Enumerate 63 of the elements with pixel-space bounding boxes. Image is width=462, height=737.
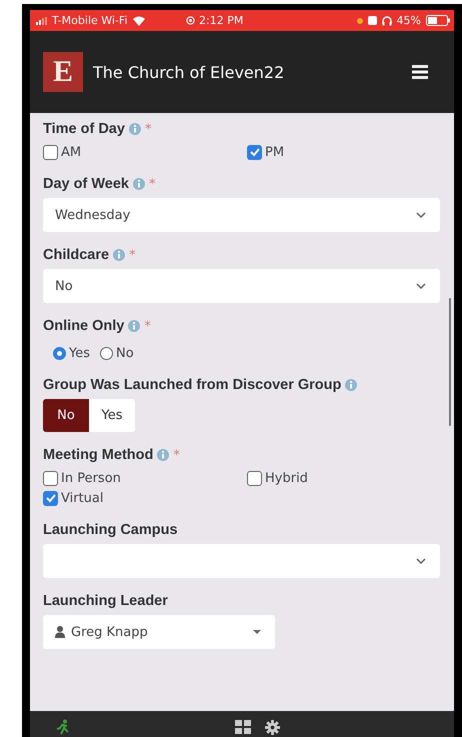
settings-icon[interactable] (265, 720, 280, 734)
checkbox[interactable] (247, 144, 262, 160)
select-field[interactable]: Wednesday (43, 198, 440, 232)
checkbox[interactable] (43, 490, 58, 506)
field-label: Group Was Launched from Discover Group (43, 377, 342, 393)
person-icon (55, 626, 65, 638)
headphones-icon (382, 16, 392, 26)
caret-icon (253, 630, 261, 634)
option-label: No (116, 346, 134, 360)
carrier-name: T-Mobile Wi-Fi (52, 14, 128, 27)
runner-icon[interactable] (56, 719, 70, 735)
select-value: Wednesday (55, 208, 130, 222)
menu-icon[interactable] (412, 65, 428, 79)
radio-button[interactable] (53, 346, 66, 360)
battery-percent: 45% (396, 14, 421, 27)
dot-icon (356, 18, 363, 24)
app-title: The Church of Eleven22 (93, 62, 286, 82)
radio-button[interactable] (100, 346, 113, 360)
info-icon[interactable] (128, 123, 141, 135)
option-label: PM (265, 144, 284, 160)
option-label: Virtual (61, 490, 104, 506)
field-label: Launching Leader (43, 593, 168, 609)
toggle-option[interactable]: No (43, 399, 89, 432)
battery-icon (426, 15, 450, 26)
info-icon[interactable] (128, 320, 140, 332)
signal-icon (36, 16, 48, 24)
required-mark: * (144, 122, 152, 136)
option-label: Yes (69, 346, 90, 360)
check-icon (248, 146, 260, 158)
info-icon[interactable] (157, 449, 170, 461)
required-mark: * (148, 176, 156, 192)
select-field[interactable] (43, 544, 440, 578)
status-time: 2:12 PM (199, 14, 244, 27)
option-label: AM (61, 144, 82, 160)
check-icon (44, 492, 56, 504)
field-label: Time of Day (43, 121, 125, 137)
chevron-down-icon (416, 283, 426, 289)
info-icon[interactable] (113, 249, 126, 261)
checkbox[interactable] (43, 470, 58, 486)
checkbox[interactable] (247, 470, 262, 486)
chevron-down-icon (416, 558, 426, 564)
required-mark: * (129, 248, 136, 262)
field-label: Meeting Method (43, 447, 154, 463)
option-label: Hybrid (265, 470, 308, 486)
church-logo: E (43, 52, 83, 92)
field-label: Launching Campus (43, 522, 178, 538)
grid-icon[interactable] (235, 720, 252, 734)
field-label: Online Only (43, 318, 124, 334)
field-label: Day of Week (43, 176, 129, 192)
select-field[interactable]: No (43, 269, 440, 303)
person-picker[interactable]: Greg Knapp (43, 615, 275, 649)
wifi-icon (132, 16, 146, 26)
select-value: No (55, 278, 73, 294)
select-value: Greg Knapp (71, 624, 148, 640)
chevron-down-icon (416, 212, 426, 218)
required-mark: * (173, 448, 180, 462)
checkbox[interactable] (43, 144, 58, 160)
required-mark: * (144, 318, 151, 334)
location-icon (186, 16, 195, 25)
option-label: In Person (61, 470, 121, 486)
info-icon[interactable] (132, 178, 145, 190)
info-icon[interactable] (345, 379, 358, 391)
field-label: Childcare (43, 247, 110, 263)
